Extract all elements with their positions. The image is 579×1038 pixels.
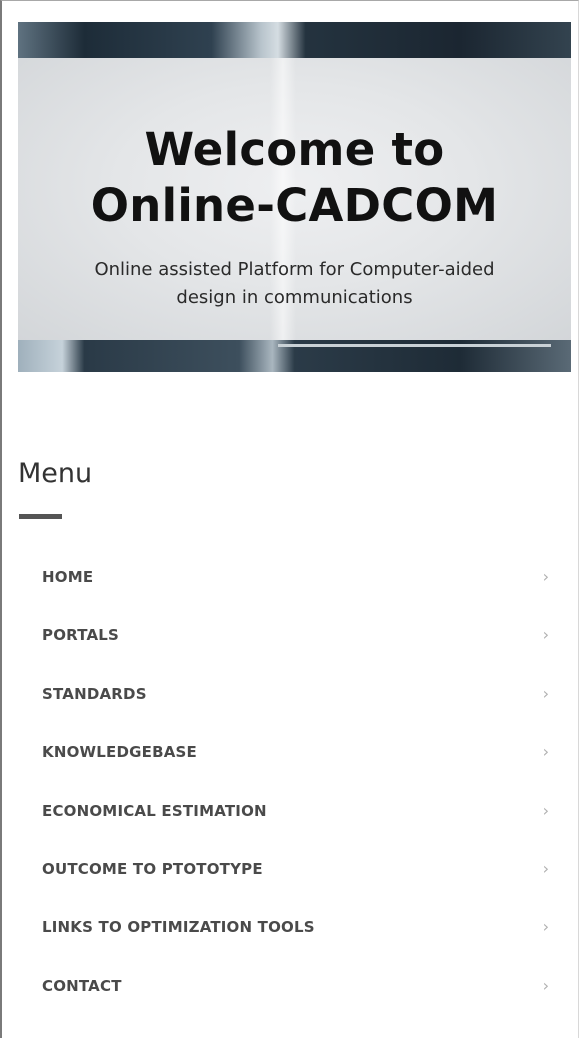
menu-item-label: KNOWLEDGEBASE (42, 743, 197, 762)
menu-item-knowledgebase[interactable]: KNOWLEDGEBASE › (18, 723, 563, 781)
menu-item-home[interactable]: HOME › (18, 548, 563, 606)
chevron-right-icon: › (542, 800, 549, 820)
menu-item-links-to-optimization-tools[interactable]: LINKS TO OPTIMIZATION TOOLS › (18, 898, 563, 956)
menu-item-label: STANDARDS (42, 684, 147, 703)
menu-item-portals[interactable]: PORTALS › (18, 606, 563, 664)
menu-item-label: HOME (42, 568, 94, 586)
menu-item-standards[interactable]: STANDARDS › (18, 665, 563, 723)
chevron-right-icon: › (542, 858, 549, 878)
chevron-right-icon: › (542, 683, 549, 703)
chevron-right-icon: › (542, 917, 549, 937)
menu-item-contact[interactable]: CONTACT › (18, 957, 563, 1015)
menu-item-label: PORTALS (42, 626, 120, 645)
chevron-right-icon: › (542, 975, 549, 995)
menu-item-label: OUTCOME TO PTOTOTYPE (42, 859, 263, 878)
menu-item-label: LINKS TO OPTIMIZATION TOOLS (42, 918, 315, 937)
hero-subtitle-line1: Online assisted Platform for Computer-ai… (94, 259, 495, 280)
menu-heading-underline (19, 514, 62, 519)
hero-image-bottom (18, 340, 571, 372)
menu-list: HOME › PORTALS › STANDARDS › KNOWLEDGEBA… (18, 548, 563, 1015)
hero-title-line2: Online-CADCOM (90, 179, 499, 232)
hero-subtitle-line2: design in communications (176, 287, 413, 308)
menu-item-label: ECONOMICAL ESTIMATION (42, 801, 267, 820)
menu-item-outcome-to-prototype[interactable]: OUTCOME TO PTOTOTYPE › (18, 840, 563, 898)
menu-heading: Menu (18, 458, 93, 489)
chevron-right-icon: › (542, 625, 549, 645)
menu-item-label: CONTACT (42, 976, 122, 995)
hero-subtitle: Online assisted Platform for Computer-ai… (38, 256, 551, 312)
hero-banner: Welcome to Online-CADCOM Online assisted… (18, 22, 571, 372)
chevron-right-icon: › (542, 742, 549, 762)
hero-title-line1: Welcome to (144, 123, 445, 176)
menu-item-economical-estimation[interactable]: ECONOMICAL ESTIMATION › (18, 782, 563, 840)
chevron-right-icon: › (542, 567, 549, 586)
hero-title: Welcome to Online-CADCOM (18, 122, 571, 234)
hero-image-top (18, 22, 571, 58)
